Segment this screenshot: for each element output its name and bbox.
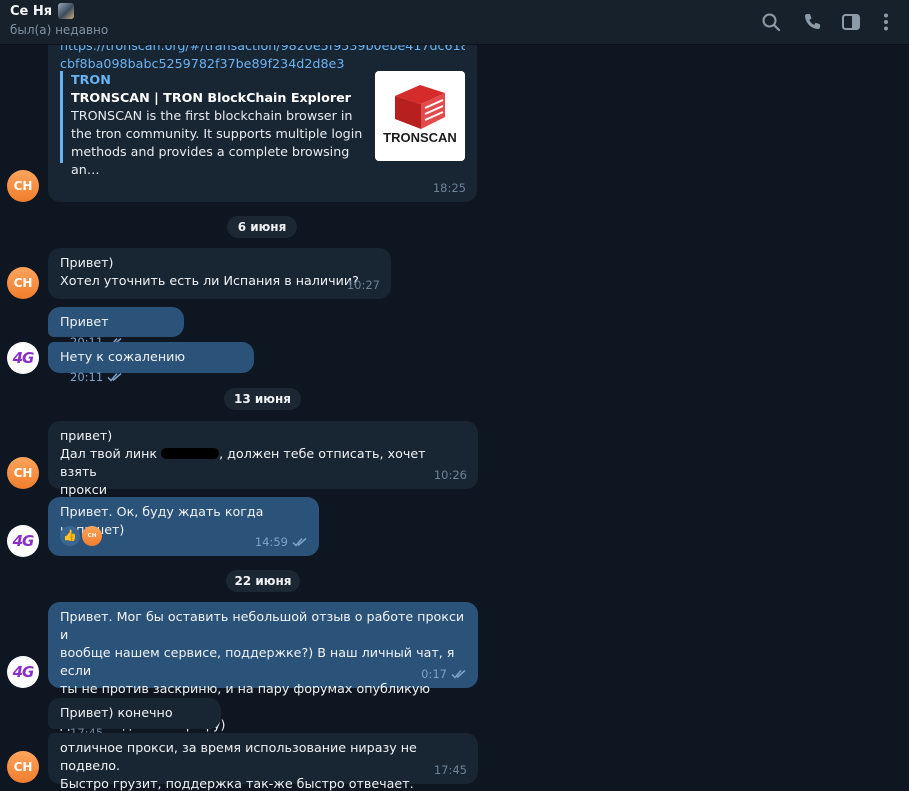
date-separator: 6 июня (227, 216, 297, 238)
message-time: 18:25 (432, 181, 466, 195)
redacted-text (161, 448, 220, 459)
chat-title[interactable]: Се Ня (10, 3, 75, 19)
self-avatar[interactable]: 4G (7, 525, 39, 557)
contact-avatar[interactable]: СН (7, 751, 39, 783)
tronscan-logo-image[interactable]: TRONSCAN (375, 71, 465, 161)
tronscan-logo-icon (395, 85, 445, 129)
contact-name: Се Ня (10, 3, 53, 19)
message-time: 10:27 (346, 278, 380, 292)
more-vertical-icon[interactable] (875, 11, 897, 33)
thumbs-up-icon: 👍 (60, 526, 80, 546)
read-checkmarks-icon (451, 669, 466, 679)
reactor-avatar: СН (82, 526, 102, 546)
sidebar-toggle-icon[interactable] (840, 11, 862, 33)
contact-avatar[interactable]: СН (7, 170, 39, 202)
preview-description: TRONSCAN is the first blockchain browser… (71, 108, 363, 177)
emoji-status-icon (58, 3, 75, 19)
date-separator: 13 июня (224, 388, 301, 410)
read-checkmarks-icon (107, 372, 122, 382)
message-outgoing[interactable]: Нету к сожалению 20:11 (48, 342, 254, 384)
message-time: 14:59 (255, 533, 308, 551)
message-list[interactable]: https://tronscan.org/#/transaction/9820e… (0, 31, 909, 791)
message-incoming[interactable]: отличное прокси, за время использование … (48, 733, 478, 791)
message-incoming-link[interactable]: https://tronscan.org/#/transaction/9820e… (48, 31, 477, 202)
contact-avatar[interactable]: СН (7, 267, 39, 299)
phone-icon[interactable] (801, 11, 823, 33)
last-seen-status: был(а) недавно (10, 23, 109, 37)
message-outgoing[interactable]: Привет. Ок, буду ждать когда напишет) 👍 … (48, 497, 319, 556)
self-avatar[interactable]: 4G (7, 342, 39, 374)
message-time: 17:45 (433, 763, 467, 777)
message-outgoing[interactable]: Привет. Мог бы оставить небольшой отзыв … (48, 602, 478, 732)
message-time: 20:11 (70, 368, 123, 386)
message-outgoing[interactable]: Привет 20:11 (48, 307, 184, 349)
search-icon[interactable] (760, 11, 782, 33)
logo-wordmark: TRONSCAN (383, 130, 457, 145)
self-avatar[interactable]: 4G (7, 656, 39, 688)
date-separator: 22 июня (226, 570, 300, 592)
message-time: 10:26 (433, 468, 467, 482)
message-incoming[interactable]: привет) Дал твой линк , должен тебе отпи… (48, 421, 478, 497)
read-checkmarks-icon (292, 537, 307, 547)
telegram-chat-window: Се Ня был(а) недавно https://tronscan.or… (0, 0, 909, 791)
contact-avatar[interactable]: СН (7, 457, 39, 489)
chat-header: Се Ня был(а) недавно (0, 0, 909, 45)
message-time: 0:17 (421, 665, 467, 683)
reaction-badge[interactable]: 👍 СН (60, 526, 102, 546)
message-incoming[interactable]: Привет) Хотел уточнить есть ли Испания в… (48, 248, 391, 299)
message-incoming[interactable]: Привет) конечно 17:45 (48, 698, 221, 740)
link-preview[interactable]: TRON TRONSCAN | TRON BlockChain Explorer… (60, 71, 466, 177)
